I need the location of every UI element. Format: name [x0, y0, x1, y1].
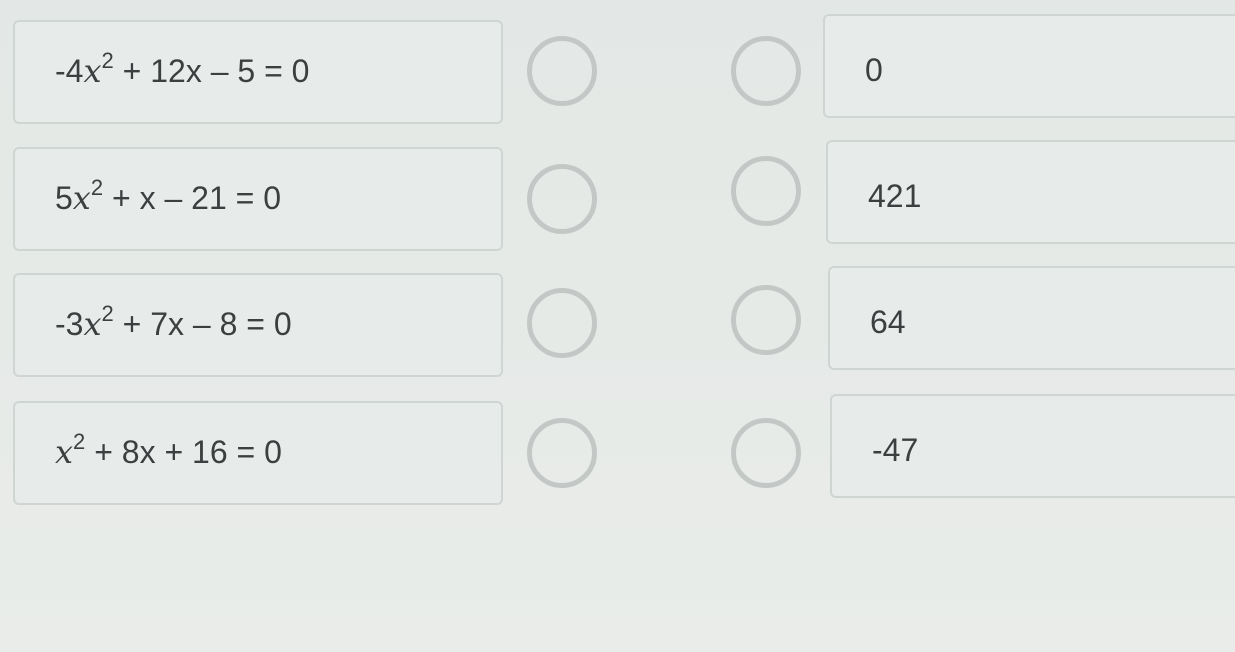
equation-3-rest: + 7x – 8 = 0: [113, 306, 292, 342]
equation-4-variable: x: [55, 433, 74, 471]
equation-4: x2 + 8x + 16 = 0: [55, 431, 282, 472]
equation-2-exponent: 2: [90, 175, 104, 200]
answer-2-radio[interactable]: [731, 156, 801, 226]
equation-3-coefficient: 3: [65, 306, 84, 342]
equation-1-rest: + 12x – 5 = 0: [113, 53, 310, 89]
equation-card-3[interactable]: -3x2 + 7x – 8 = 0: [13, 273, 503, 377]
equation-3-radio[interactable]: [527, 288, 597, 358]
equation-1: -4x2 + 12x – 5 = 0: [55, 50, 310, 91]
equation-1-radio[interactable]: [527, 36, 597, 106]
equation-card-1[interactable]: -4x2 + 12x – 5 = 0: [13, 20, 503, 124]
answer-card-3[interactable]: 64: [828, 266, 1235, 370]
answer-card-2[interactable]: 421: [826, 140, 1235, 244]
equation-2: 5x2 + x – 21 = 0: [55, 177, 281, 218]
equation-2-rest: + x – 21 = 0: [103, 180, 281, 216]
answer-4-value: -47: [872, 432, 919, 468]
equation-1-variable: x: [83, 52, 102, 90]
equation-card-4[interactable]: x2 + 8x + 16 = 0: [13, 401, 503, 505]
equation-4-exponent: 2: [73, 429, 86, 454]
answer-1-value: 0: [865, 52, 883, 88]
answer-1-radio[interactable]: [731, 36, 801, 106]
answer-card-1[interactable]: 0: [823, 14, 1235, 118]
equation-3: -3x2 + 7x – 8 = 0: [55, 303, 292, 344]
equation-1-exponent: 2: [101, 48, 114, 73]
equation-4-rest: + 8x + 16 = 0: [85, 434, 282, 470]
equation-2-coefficient: 5: [55, 180, 73, 216]
equation-2-variable: x: [72, 179, 91, 217]
equation-3-variable: x: [83, 305, 102, 343]
answer-3-value: 64: [870, 304, 906, 340]
answer-4-radio[interactable]: [731, 418, 801, 488]
equation-2-radio[interactable]: [527, 164, 597, 234]
equation-3-sign: -: [55, 306, 66, 342]
equation-4-radio[interactable]: [527, 418, 597, 488]
equation-3-exponent: 2: [101, 301, 114, 326]
equation-1-coefficient: 4: [65, 53, 84, 89]
equation-card-2[interactable]: 5x2 + x – 21 = 0: [13, 147, 503, 251]
answer-card-4[interactable]: -47: [830, 394, 1235, 498]
answer-3-radio[interactable]: [731, 285, 801, 355]
equation-1-sign: -: [55, 53, 66, 89]
answer-2-value: 421: [868, 178, 922, 214]
